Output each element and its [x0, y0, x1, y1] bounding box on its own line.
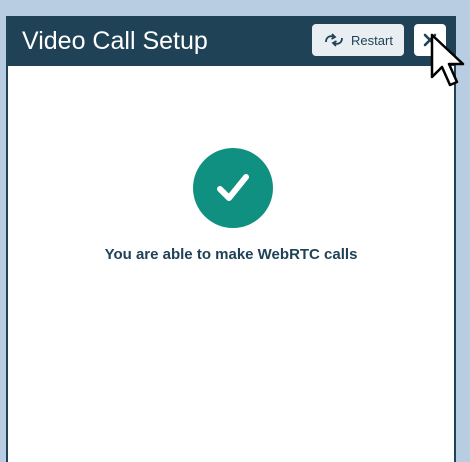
video-call-setup-dialog: Video Call Setup Restart You are able to…: [6, 16, 456, 462]
restart-arrows-icon: [323, 31, 345, 49]
close-icon: [423, 33, 437, 47]
checkmark-icon: [217, 174, 249, 201]
dialog-titlebar: Video Call Setup Restart: [8, 16, 454, 66]
restart-button-label: Restart: [351, 32, 393, 48]
status-message: You are able to make WebRTC calls: [104, 246, 358, 263]
success-badge: [193, 148, 273, 228]
restart-button[interactable]: Restart: [312, 24, 404, 56]
close-button[interactable]: [414, 24, 446, 56]
dialog-title: Video Call Setup: [22, 27, 208, 55]
